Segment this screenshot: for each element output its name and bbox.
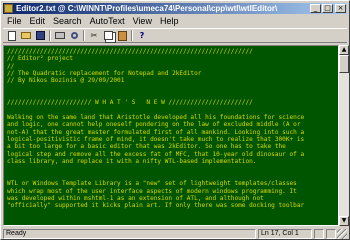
cut-button[interactable]: ✂ bbox=[88, 30, 100, 41]
toolbar-separator bbox=[131, 30, 133, 41]
help-button[interactable]: ? bbox=[136, 30, 148, 41]
menu-view[interactable]: View bbox=[129, 16, 156, 26]
maximize-button[interactable]: □ bbox=[322, 4, 333, 13]
resize-grip[interactable] bbox=[337, 228, 347, 239]
menu-autotext[interactable]: AutoText bbox=[86, 16, 129, 26]
editor-line[interactable]: ////////////////////////////////////////… bbox=[7, 48, 335, 55]
menu-file[interactable]: File bbox=[3, 16, 26, 26]
minimize-button[interactable]: _ bbox=[310, 4, 321, 13]
print-icon bbox=[55, 32, 65, 39]
editor-line[interactable]: which wrap most of the user interface as… bbox=[7, 188, 335, 195]
editor-text[interactable]: ////////////////////////////////////////… bbox=[4, 46, 338, 212]
editor-line[interactable]: was developed within mshtml-1 as an exte… bbox=[7, 195, 335, 202]
status-text: Ready bbox=[3, 228, 256, 239]
editor-line[interactable]: // Editor² project bbox=[7, 55, 335, 62]
status-bar: Ready Ln 17, Col 1 bbox=[3, 228, 347, 239]
open-folder-icon bbox=[21, 32, 31, 39]
title-bar[interactable]: Editor2.txt @ C:\WINNT\Profiles\umeca74\… bbox=[3, 3, 347, 14]
find-icon bbox=[70, 32, 78, 39]
close-button[interactable]: × bbox=[335, 4, 346, 13]
editor-line[interactable]: logical-positivistic frame of mind, it d… bbox=[7, 136, 335, 143]
copy-button[interactable] bbox=[102, 30, 114, 41]
editor-line[interactable]: a bit too large for a basic editor that … bbox=[7, 143, 335, 150]
menu-help[interactable]: Help bbox=[156, 16, 183, 26]
editor-line[interactable]: /////////////////////// W H A T ' S N E … bbox=[7, 99, 335, 106]
save-disk-icon bbox=[35, 31, 45, 40]
editor-line[interactable]: // By Nikos Bozinis @ 29/09/2001 bbox=[7, 77, 335, 84]
menu-search[interactable]: Search bbox=[49, 16, 86, 26]
editor-line[interactable] bbox=[7, 92, 335, 99]
editor-line[interactable]: Walking on the same land that Aristotle … bbox=[7, 114, 335, 121]
find-button[interactable] bbox=[68, 30, 80, 41]
help-icon: ? bbox=[139, 31, 145, 40]
editor-line[interactable] bbox=[7, 173, 335, 180]
scroll-down-button[interactable]: ▼ bbox=[339, 216, 349, 226]
paste-button[interactable] bbox=[116, 30, 128, 41]
scroll-thumb[interactable] bbox=[339, 55, 349, 73]
text-editor[interactable]: ////////////////////////////////////////… bbox=[3, 45, 339, 226]
editor-window: Editor2.txt @ C:\WINNT\Profiles\umeca74\… bbox=[0, 0, 350, 240]
open-button[interactable] bbox=[20, 30, 32, 41]
new-file-icon bbox=[8, 30, 16, 41]
toolbar-separator bbox=[83, 30, 85, 41]
paste-icon bbox=[117, 30, 127, 41]
vertical-scrollbar[interactable]: ▲ ▼ bbox=[339, 45, 349, 226]
editor-line[interactable]: // bbox=[7, 63, 335, 70]
status-panel bbox=[326, 228, 336, 239]
window-title: Editor2.txt @ C:\WINNT\Profiles\umeca74\… bbox=[16, 4, 278, 13]
menu-edit[interactable]: Edit bbox=[26, 16, 50, 26]
editor-line[interactable] bbox=[7, 107, 335, 114]
print-button[interactable] bbox=[54, 30, 66, 41]
editor-line[interactable]: WTL or Windows Template Library is a "ne… bbox=[7, 180, 335, 187]
editor-line[interactable] bbox=[7, 166, 335, 173]
save-button[interactable] bbox=[34, 30, 46, 41]
editor-line[interactable]: not-A) that the great master formulated … bbox=[7, 129, 335, 136]
app-icon[interactable] bbox=[4, 4, 13, 13]
menu-bar: File Edit Search AutoText View Help bbox=[3, 15, 347, 27]
editor-line[interactable]: "officially" supported it kicks plain ar… bbox=[7, 202, 335, 209]
scroll-up-button[interactable]: ▲ bbox=[339, 45, 349, 55]
editor-line[interactable] bbox=[7, 85, 335, 92]
editor-line[interactable]: // The Quadratic replacement for Notepad… bbox=[7, 70, 335, 77]
editor-line[interactable]: and logic, one cannot help oneself ponde… bbox=[7, 121, 335, 128]
toolbar: ✂ ? bbox=[3, 28, 347, 43]
toolbar-separator bbox=[49, 30, 51, 41]
editor-line[interactable]: class library, and replace it with a nif… bbox=[7, 158, 335, 165]
status-panel bbox=[314, 228, 324, 239]
new-file-button[interactable] bbox=[6, 30, 18, 41]
copy-icon bbox=[103, 31, 113, 40]
editor-line[interactable]: logical step and remove all the excess f… bbox=[7, 151, 335, 158]
cursor-position: Ln 17, Col 1 bbox=[258, 228, 312, 239]
cut-icon: ✂ bbox=[90, 31, 98, 40]
